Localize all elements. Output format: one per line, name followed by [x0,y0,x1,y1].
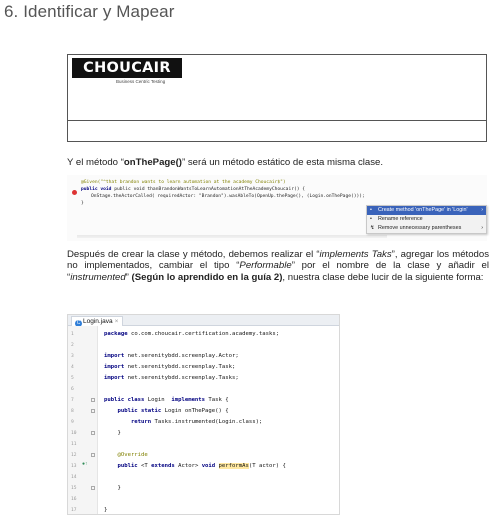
menu-item-create-method[interactable]: • Create method 'onThePage' in 'Login' › [367,206,486,215]
fold-marker-icon[interactable] [91,398,95,402]
quick-fix-context-menu: • Create method 'onThePage' in 'Login' › •… [366,205,487,234]
fold-marker-icon[interactable] [91,431,95,435]
line-number: 16 [71,497,77,502]
submenu-arrow-icon: › [481,207,483,213]
logo-tagline: Business Centric Testing [116,79,166,84]
code-line-3: import net.serenitybdd.screenplay.Actor; [104,353,239,359]
line-number: 11 [71,442,77,447]
rename-icon: • [370,216,372,222]
intro-method-name: onThePage() [123,157,182,168]
intro-paragraph: Y el método “onThePage()” será un método… [67,157,383,168]
tab-login-java[interactable]: C Login.java × [71,316,124,327]
snippet-line-1: @Given("^that brandon wants to learn aut… [81,180,286,185]
code-line-15: } [104,485,121,491]
code-line-1: package co.com.choucair.certification.ac… [104,331,280,337]
menu-item-rename-reference[interactable]: • Rename reference [367,215,486,224]
code-line-12: @Override [104,452,148,458]
line-number: 4 [71,365,74,370]
document-header-table: CHOUCAIR Business Centric Testing [67,54,487,142]
line-number: 17 [71,508,77,513]
fold-marker-icon[interactable] [91,486,95,490]
intro-text-after: ” será un método estático de esta misma … [182,157,384,168]
wrench-icon: ↯ [370,225,375,231]
snippet-line-3: OnStage.theActorCalled( requiredActor: "… [91,194,365,199]
choucair-logo: CHOUCAIR [72,58,182,78]
code-line-7: public class Login implements Task { [104,397,229,403]
line-number: 2 [71,343,74,348]
instructions-paragraph: Después de crear la clase y método, debe… [67,249,490,283]
code-line-8: public static Login onThePage() { [104,408,229,414]
line-number: 5 [71,376,74,381]
line-number: 15 [71,486,77,491]
ide-editor-screenshot: C Login.java × 1 2 3 4 5 6 7 8 9 10 11 12 … [67,314,340,515]
close-tab-icon[interactable]: × [115,318,119,325]
intro-text-before: Y el método “ [67,157,124,168]
logo-text: CHOUCAIR [83,60,171,76]
lightbulb-icon: • [370,207,372,213]
menu-item-remove-parentheses[interactable]: ↯ Remove unnecessary parentheses › [367,224,486,233]
line-number-gutter: 1 2 3 4 5 6 7 8 9 10 11 12 13 14 15 16 1… [68,326,98,514]
snippet-line-4: } [81,201,84,206]
editor-tab-bar: C Login.java × [68,315,339,327]
code-line-4: import net.serenitybdd.screenplay.Task; [104,364,236,370]
code-line-17: } [104,507,108,513]
code-line-5: import net.serenitybdd.screenplay.Tasks; [104,375,239,381]
line-number: 9 [71,420,74,425]
header-divider [68,120,486,121]
code-line-13: public <T extends Actor> void performAs(… [104,463,286,469]
line-number: 3 [71,354,74,359]
section-heading: 6. Identificar y Mapear [4,2,175,21]
line-number: 8 [71,409,74,414]
code-line-10: } [104,430,121,436]
code-line-9: return Tasks.instrumented(Login.class); [104,419,263,425]
fold-marker-icon[interactable] [91,453,95,457]
override-marker-icon[interactable]: ●↑ [82,461,88,467]
line-number: 7 [71,398,74,403]
line-number: 6 [71,387,74,392]
line-number: 1 [71,332,74,337]
error-bulb-icon [72,190,77,195]
submenu-arrow-icon: › [481,225,483,231]
snippet-line-2: public void public void thanBrandonWants… [81,187,306,192]
fold-marker-icon[interactable] [91,409,95,413]
line-number: 14 [71,475,77,480]
line-number: 10 [71,431,77,436]
line-number: 12 [71,453,77,458]
